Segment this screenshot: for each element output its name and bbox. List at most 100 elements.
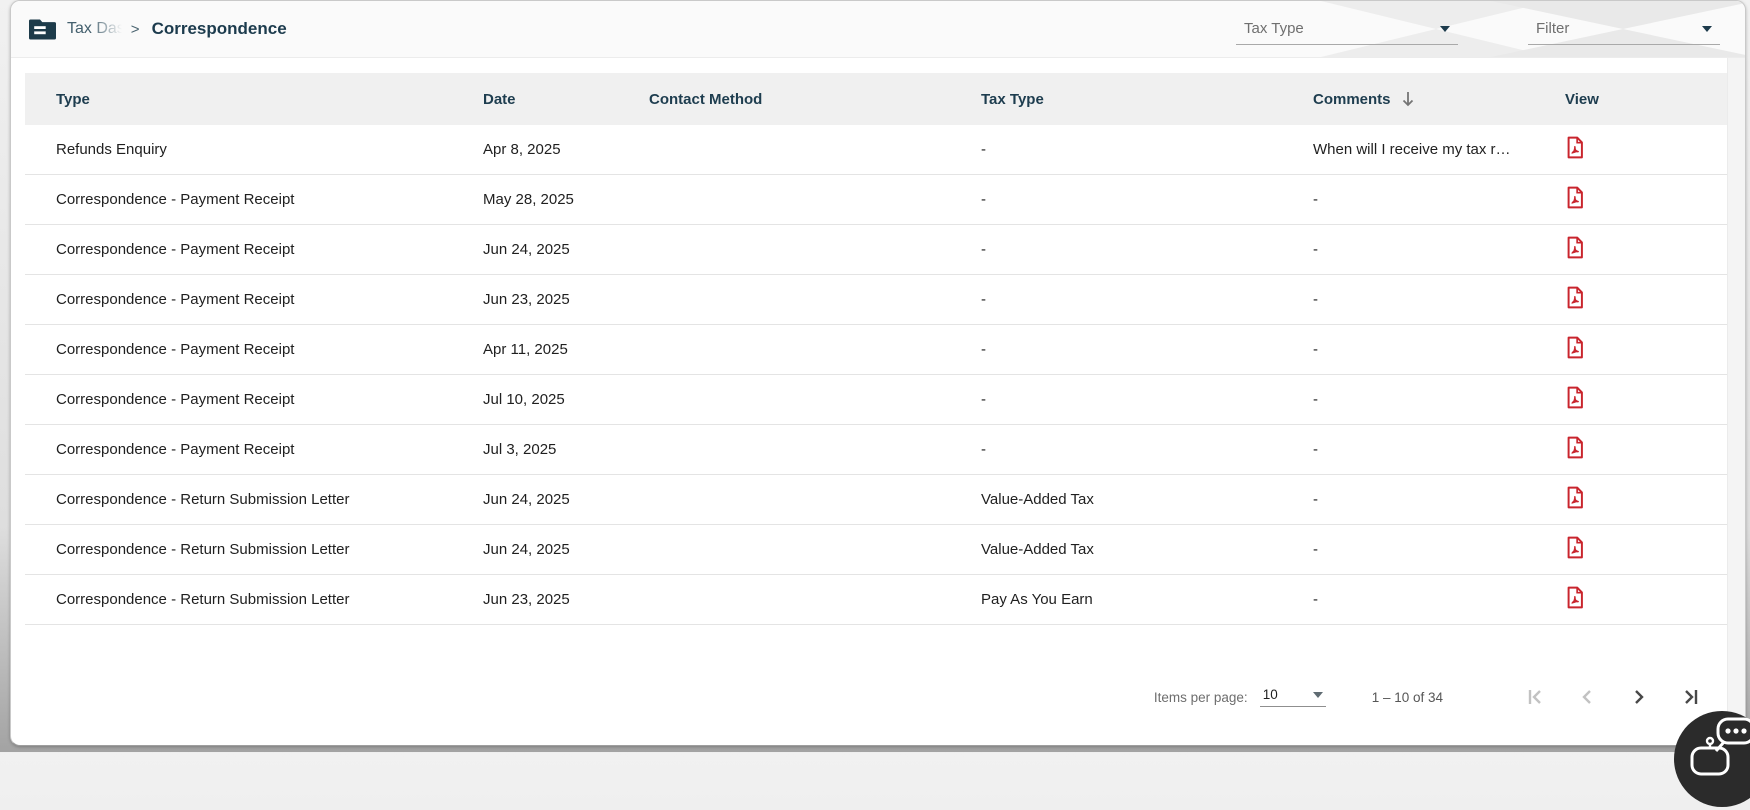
view-pdf-button[interactable] — [1565, 136, 1585, 159]
table-row: Correspondence - Return Submission Lette… — [25, 525, 1727, 575]
column-header-label: Contact Method — [649, 90, 763, 108]
page-range-label: 1 – 10 of 34 — [1371, 689, 1443, 705]
cell-date: Jun 24, 2025 — [483, 491, 570, 508]
cell-type: Correspondence - Payment Receipt — [56, 191, 295, 208]
column-header-label: View — [1565, 90, 1599, 108]
table-row: Refunds Enquiry Apr 8, 2025 - When will I r… — [25, 125, 1727, 175]
column-header-type[interactable]: Type — [25, 91, 483, 108]
table-row: Correspondence - Payment Receipt May 28, … — [25, 175, 1727, 225]
cell-date: Jun 24, 2025 — [483, 541, 570, 558]
column-header-label: Tax Type — [981, 90, 1044, 108]
view-pdf-button[interactable] — [1565, 586, 1585, 609]
pdf-icon — [1567, 536, 1583, 559]
table-row: Correspondence - Payment Receipt Jul 3, 2… — [25, 425, 1727, 475]
pdf-icon — [1567, 586, 1583, 609]
last-page-icon — [1685, 690, 1698, 704]
column-header-label: Comments — [1313, 90, 1391, 108]
cell-type: Correspondence - Payment Receipt — [56, 291, 295, 308]
vertical-scrollbar[interactable] — [1727, 58, 1745, 745]
chevron-down-icon — [1440, 25, 1450, 32]
cell-view — [1561, 186, 1727, 213]
chevron-down-icon — [1702, 25, 1712, 32]
breadcrumb-separator: > — [130, 20, 140, 38]
cell-tax_type: Value-Added Tax — [981, 491, 1094, 508]
tax-type-select[interactable]: Tax Type — [1236, 13, 1458, 45]
cell-view — [1561, 136, 1727, 163]
pager-buttons — [1495, 685, 1703, 709]
pdf-icon — [1567, 136, 1583, 159]
column-header-view[interactable]: View — [1561, 91, 1727, 108]
column-header-contact_method[interactable]: Contact Method — [649, 91, 981, 108]
next-page-button[interactable] — [1627, 685, 1651, 709]
pdf-icon — [1567, 336, 1583, 359]
cell-tax_type: - — [981, 391, 986, 408]
column-header-comments[interactable]: Comments — [1313, 91, 1561, 108]
cell-type: Correspondence - Return Submission Lette… — [56, 491, 350, 508]
view-pdf-button[interactable] — [1565, 386, 1585, 409]
cell-comments: When will I receive my tax r… — [1313, 141, 1511, 158]
view-pdf-button[interactable] — [1565, 436, 1585, 459]
correspondence-table: Type Date Contact Method Tax Type Comments Vi… — [25, 73, 1727, 625]
cell-type: Refunds Enquiry — [56, 141, 167, 158]
cell-tax_type: - — [981, 291, 986, 308]
page-title: Correspondence — [151, 19, 287, 38]
cell-date: Apr 8, 2025 — [483, 141, 561, 158]
cell-date: Jun 23, 2025 — [483, 291, 570, 308]
sort-arrow-icon — [1401, 91, 1415, 107]
cell-comments: - — [1313, 291, 1318, 308]
last-page-button[interactable] — [1679, 685, 1703, 709]
view-pdf-button[interactable] — [1565, 536, 1585, 559]
cell-date: Jul 10, 2025 — [483, 391, 565, 408]
main-panel: Tax Das > Correspondence Tax Type Filter… — [10, 0, 1746, 746]
folder-icon[interactable] — [29, 18, 56, 41]
column-header-tax_type[interactable]: Tax Type — [981, 91, 1313, 108]
tax-type-select-label: Tax Type — [1244, 20, 1304, 37]
view-pdf-button[interactable] — [1565, 286, 1585, 309]
assistant-chat-button[interactable] — [1674, 711, 1750, 807]
filter-select[interactable]: Filter — [1528, 13, 1720, 45]
cell-tax_type: Pay As You Earn — [981, 591, 1093, 608]
pdf-icon — [1567, 386, 1583, 409]
cell-date: Jun 23, 2025 — [483, 591, 570, 608]
cell-comments: - — [1313, 441, 1318, 458]
top-bar: Tax Das > Correspondence Tax Type Filter — [11, 1, 1745, 58]
cell-view — [1561, 586, 1727, 613]
view-pdf-button[interactable] — [1565, 236, 1585, 259]
chevron-left-icon — [1582, 690, 1591, 704]
chat-bot-icon — [1674, 711, 1750, 807]
pdf-icon — [1567, 436, 1583, 459]
cell-date: Jul 3, 2025 — [483, 441, 557, 458]
cell-tax_type: - — [981, 341, 986, 358]
paginator: Items per page: 10 1 – 10 of 34 — [1154, 677, 1703, 717]
table-row: Correspondence - Payment Receipt Jun 23, … — [25, 275, 1727, 325]
table-row: Correspondence - Payment Receipt Apr 11, … — [25, 325, 1727, 375]
view-pdf-button[interactable] — [1565, 336, 1585, 359]
column-header-date[interactable]: Date — [483, 91, 649, 108]
chevron-down-icon — [1312, 691, 1323, 698]
previous-page-button[interactable] — [1575, 685, 1599, 709]
table-row: Correspondence - Payment Receipt Jul 10, … — [25, 375, 1727, 425]
cell-view — [1561, 486, 1727, 513]
cell-date: Apr 11, 2025 — [483, 341, 568, 358]
column-header-label: Type — [56, 90, 90, 108]
cell-type: Correspondence - Return Submission Lette… — [56, 591, 350, 608]
cell-tax_type: Value-Added Tax — [981, 541, 1094, 558]
first-page-button[interactable] — [1523, 685, 1547, 709]
cell-tax_type: - — [981, 141, 986, 158]
cell-comments: - — [1313, 491, 1318, 508]
items-per-page-select[interactable]: 10 — [1259, 687, 1326, 707]
cell-tax_type: - — [981, 241, 986, 258]
cell-comments: - — [1313, 341, 1318, 358]
cell-comments: - — [1313, 591, 1318, 608]
view-pdf-button[interactable] — [1565, 186, 1585, 209]
breadcrumb-root-link[interactable]: Tax Das — [67, 20, 125, 38]
cell-view — [1561, 286, 1727, 313]
cell-view — [1561, 386, 1727, 413]
cell-comments: - — [1313, 541, 1318, 558]
table-header-row: Type Date Contact Method Tax Type Comments Vi… — [25, 73, 1727, 125]
cell-comments: - — [1313, 391, 1318, 408]
view-pdf-button[interactable] — [1565, 486, 1585, 509]
cell-view — [1561, 236, 1727, 263]
table-body: Refunds Enquiry Apr 8, 2025 - When will I r… — [25, 125, 1727, 625]
column-header-label: Date — [483, 90, 516, 108]
